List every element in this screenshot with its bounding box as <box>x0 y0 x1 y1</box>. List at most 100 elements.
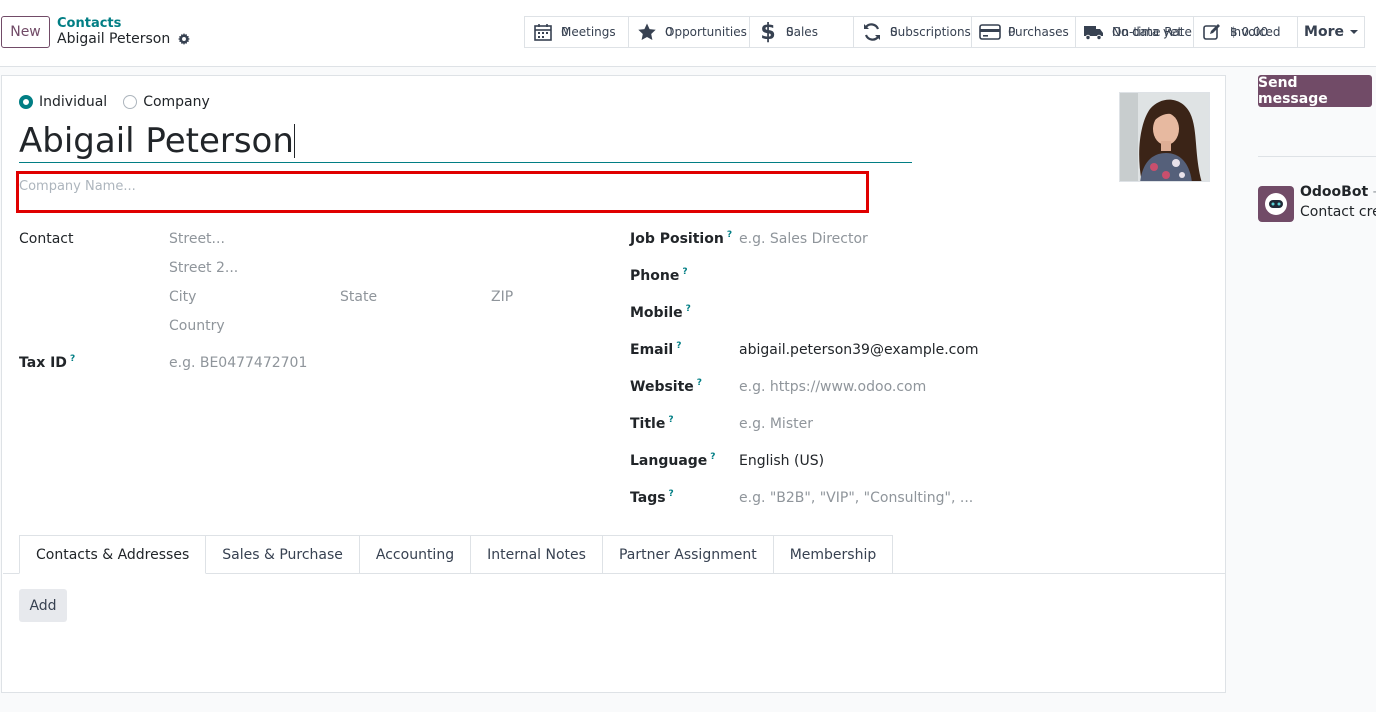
invoiced-smart-button[interactable]: Invoiced $ 0.00 <box>1193 16 1298 48</box>
email-input[interactable]: abigail.peterson39@example.com <box>739 342 979 358</box>
contact-photo[interactable] <box>1119 92 1210 182</box>
street2-input[interactable]: Street 2... <box>169 260 238 276</box>
sales-value: 0 <box>786 24 794 39</box>
tags-label: Tags? <box>630 489 674 506</box>
city-input[interactable]: City <box>169 289 196 305</box>
refresh-icon <box>854 22 890 42</box>
zip-input[interactable]: ZIP <box>491 289 513 305</box>
company-radio[interactable] <box>123 95 138 109</box>
tab-internal-notes[interactable]: Internal Notes <box>471 535 603 574</box>
subscriptions-smart-button[interactable]: Subscriptions 0 <box>853 16 972 48</box>
email-label: Email? <box>630 341 681 358</box>
tab-accounting[interactable]: Accounting <box>359 535 472 574</box>
on-time-rate-smart-button[interactable]: On-time Rate No data yet <box>1075 16 1194 48</box>
opportunities-value: 0 <box>665 24 673 39</box>
message-author: OdooBot - 1 <box>1300 184 1376 200</box>
phone-label-text: Phone <box>630 268 680 284</box>
phone-input[interactable] <box>739 267 1039 287</box>
title-label-text: Title <box>630 416 666 432</box>
invoiced-value: $ 0.00 <box>1230 24 1269 39</box>
send-message-button[interactable]: Send message <box>1258 75 1372 107</box>
tab-sales-purchase[interactable]: Sales & Purchase <box>206 535 360 574</box>
purchases-value: 0 <box>1008 24 1016 39</box>
website-input[interactable]: e.g. https://www.odoo.com <box>739 379 926 395</box>
more-dropdown-button[interactable]: More <box>1297 16 1365 48</box>
individual-radio[interactable] <box>19 95 33 109</box>
help-icon[interactable]: ? <box>669 489 674 499</box>
tax-id-label-text: Tax ID <box>19 355 67 371</box>
language-label-text: Language <box>630 453 708 469</box>
website-label-text: Website <box>630 379 694 395</box>
purchases-smart-button[interactable]: Purchases 0 <box>971 16 1076 48</box>
job-position-label-text: Job Position <box>630 231 724 247</box>
purchases-label: Purchases <box>1008 24 1069 39</box>
caret-down-icon <box>1349 30 1358 34</box>
tab-contacts-addresses[interactable]: Contacts & Addresses <box>19 535 207 574</box>
street-input[interactable]: Street... <box>169 231 225 247</box>
text-cursor <box>293 124 295 158</box>
help-icon[interactable]: ? <box>710 452 715 462</box>
company-name-input[interactable] <box>16 171 869 213</box>
subscriptions-label: Subscriptions <box>890 24 971 39</box>
mobile-input[interactable] <box>739 304 1039 324</box>
odoobot-avatar <box>1258 186 1294 222</box>
dollar-icon: $ <box>760 19 776 45</box>
company-radio-label[interactable]: Company <box>143 94 210 110</box>
message-author-name: OdooBot <box>1300 184 1369 200</box>
notebook-tabs: Contacts & Addresses Sales & Purchase Ac… <box>19 535 894 574</box>
truck-icon <box>1076 23 1112 41</box>
message-time: - 1 <box>1368 184 1376 200</box>
credit-card-icon <box>972 23 1008 41</box>
tags-input[interactable]: e.g. "B2B", "VIP", "Consulting", ... <box>739 490 973 506</box>
control-panel: New Contacts Abigail Peterson Meetings 0 … <box>0 0 1376 67</box>
title-label: Title? <box>630 415 674 432</box>
job-position-input[interactable]: e.g. Sales Director <box>739 231 868 247</box>
help-icon[interactable]: ? <box>686 304 691 314</box>
language-label: Language? <box>630 452 716 469</box>
gear-icon[interactable] <box>178 33 191 45</box>
on-time-rate-value: No data yet <box>1112 24 1183 39</box>
opportunities-label: Opportunities <box>665 24 747 39</box>
language-select[interactable]: English (US) <box>739 453 824 469</box>
help-icon[interactable]: ? <box>70 354 75 364</box>
tags-label-text: Tags <box>630 490 666 506</box>
country-select[interactable]: Country <box>169 318 225 334</box>
form-sheet: Individual Company Abigail Peterson Comp… <box>1 75 1226 693</box>
contact-name-input[interactable]: Abigail Peterson <box>19 120 912 163</box>
chatter-divider <box>1258 156 1376 157</box>
help-icon[interactable]: ? <box>668 415 673 425</box>
state-select[interactable]: State <box>340 289 377 305</box>
help-icon[interactable]: ? <box>697 378 702 388</box>
company-type-radio-group: Individual Company <box>19 94 210 110</box>
help-icon[interactable]: ? <box>682 267 687 277</box>
opportunities-smart-button[interactable]: Opportunities 0 <box>628 16 750 48</box>
mobile-label-text: Mobile <box>630 305 683 321</box>
subscriptions-value: 0 <box>890 24 898 39</box>
tax-id-input[interactable]: e.g. BE0477472701 <box>169 355 307 371</box>
tax-id-label: Tax ID? <box>19 354 75 371</box>
add-contact-button[interactable]: Add <box>19 589 67 622</box>
tab-membership[interactable]: Membership <box>773 535 894 574</box>
calendar-icon <box>525 22 561 42</box>
email-label-text: Email <box>630 342 674 358</box>
help-icon[interactable]: ? <box>676 341 681 351</box>
breadcrumb-current-label: Abigail Peterson <box>57 31 171 47</box>
message-body: Contact crea <box>1300 204 1376 220</box>
more-label: More <box>1304 24 1344 40</box>
phone-label: Phone? <box>630 267 688 284</box>
help-icon[interactable]: ? <box>727 230 732 240</box>
mobile-label: Mobile? <box>630 304 691 321</box>
new-button[interactable]: New <box>1 16 50 48</box>
breadcrumb-contacts-link[interactable]: Contacts <box>57 16 121 31</box>
edit-icon <box>1194 22 1230 42</box>
contact-label: Contact <box>19 231 74 247</box>
tab-partner-assignment[interactable]: Partner Assignment <box>602 535 774 574</box>
sales-smart-button[interactable]: $ Sales 0 <box>749 16 854 48</box>
individual-radio-label[interactable]: Individual <box>39 94 107 110</box>
website-label: Website? <box>630 378 702 395</box>
meetings-smart-button[interactable]: Meetings 0 <box>524 16 629 48</box>
breadcrumb-current: Abigail Peterson <box>57 31 191 47</box>
meetings-value: 0 <box>561 24 569 39</box>
contact-name-value: Abigail Peterson <box>19 121 294 161</box>
title-select[interactable]: e.g. Mister <box>739 416 813 432</box>
